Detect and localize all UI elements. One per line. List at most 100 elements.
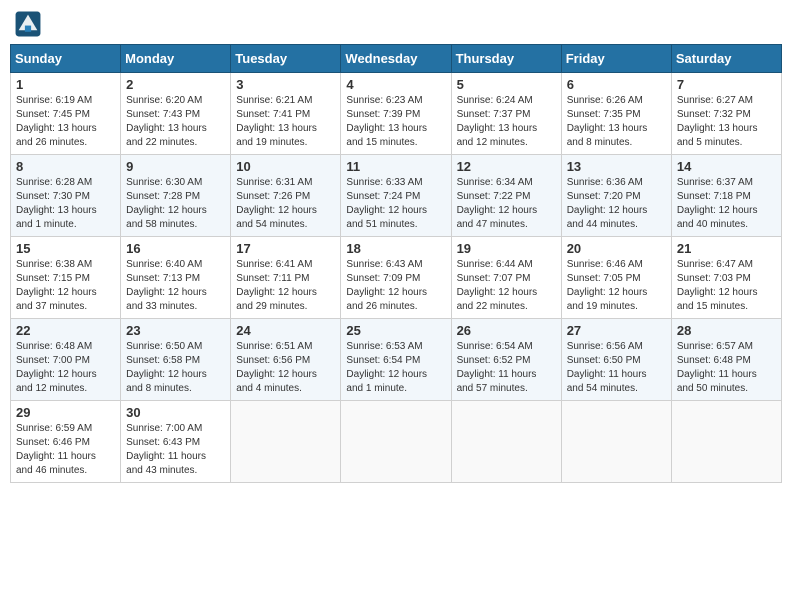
day-number: 3 bbox=[236, 77, 335, 92]
calendar-week-2: 8 Sunrise: 6:28 AMSunset: 7:30 PMDaylight… bbox=[11, 155, 782, 237]
day-number: 20 bbox=[567, 241, 666, 256]
day-info: Sunrise: 6:28 AMSunset: 7:30 PMDaylight:… bbox=[16, 176, 115, 232]
calendar-week-5: 29 Sunrise: 6:59 AMSunset: 6:46 PMDayligh… bbox=[11, 401, 782, 483]
column-header-saturday: Saturday bbox=[671, 45, 781, 73]
calendar-cell: 15 Sunrise: 6:38 AMSunset: 7:15 PMDayligh… bbox=[11, 237, 121, 319]
day-number: 27 bbox=[567, 323, 666, 338]
day-number: 21 bbox=[677, 241, 776, 256]
day-number: 29 bbox=[16, 405, 115, 420]
column-header-friday: Friday bbox=[561, 45, 671, 73]
day-info: Sunrise: 6:31 AMSunset: 7:26 PMDaylight:… bbox=[236, 176, 335, 232]
day-info: Sunrise: 6:38 AMSunset: 7:15 PMDaylight:… bbox=[16, 258, 115, 314]
day-info: Sunrise: 7:00 AMSunset: 6:43 PMDaylight:… bbox=[126, 422, 225, 478]
day-number: 17 bbox=[236, 241, 335, 256]
calendar-cell: 24 Sunrise: 6:51 AMSunset: 6:56 PMDayligh… bbox=[231, 319, 341, 401]
day-info: Sunrise: 6:46 AMSunset: 7:05 PMDaylight:… bbox=[567, 258, 666, 314]
day-info: Sunrise: 6:23 AMSunset: 7:39 PMDaylight:… bbox=[346, 94, 445, 150]
calendar-cell bbox=[671, 401, 781, 483]
day-number: 18 bbox=[346, 241, 445, 256]
day-info: Sunrise: 6:36 AMSunset: 7:20 PMDaylight:… bbox=[567, 176, 666, 232]
day-info: Sunrise: 6:34 AMSunset: 7:22 PMDaylight:… bbox=[457, 176, 556, 232]
calendar-cell: 17Sunrise: 6:41 AMSunset: 7:11 PMDayligh… bbox=[231, 237, 341, 319]
day-info: Sunrise: 6:54 AMSunset: 6:52 PMDaylight:… bbox=[457, 340, 556, 396]
day-number: 25 bbox=[346, 323, 445, 338]
day-number: 4 bbox=[346, 77, 445, 92]
calendar-cell: 7 Sunrise: 6:27 AMSunset: 7:32 PMDaylight… bbox=[671, 73, 781, 155]
day-info: Sunrise: 6:50 AMSunset: 6:58 PMDaylight:… bbox=[126, 340, 225, 396]
day-number: 1 bbox=[16, 77, 115, 92]
column-header-tuesday: Tuesday bbox=[231, 45, 341, 73]
day-info: Sunrise: 6:51 AMSunset: 6:56 PMDaylight:… bbox=[236, 340, 335, 396]
day-number: 30 bbox=[126, 405, 225, 420]
day-number: 2 bbox=[126, 77, 225, 92]
calendar-cell: 21 Sunrise: 6:47 AMSunset: 7:03 PMDayligh… bbox=[671, 237, 781, 319]
day-info: Sunrise: 6:53 AMSunset: 6:54 PMDaylight:… bbox=[346, 340, 445, 396]
calendar-week-4: 22Sunrise: 6:48 AMSunset: 7:00 PMDayligh… bbox=[11, 319, 782, 401]
calendar-cell: 3 Sunrise: 6:21 AMSunset: 7:41 PMDaylight… bbox=[231, 73, 341, 155]
day-number: 11 bbox=[346, 159, 445, 174]
calendar-cell: 19 Sunrise: 6:44 AMSunset: 7:07 PMDayligh… bbox=[451, 237, 561, 319]
calendar-cell: 6Sunrise: 6:26 AMSunset: 7:35 PMDaylight… bbox=[561, 73, 671, 155]
calendar-cell: 20 Sunrise: 6:46 AMSunset: 7:05 PMDayligh… bbox=[561, 237, 671, 319]
day-info: Sunrise: 6:40 AMSunset: 7:13 PMDaylight:… bbox=[126, 258, 225, 314]
calendar-cell: 2 Sunrise: 6:20 AMSunset: 7:43 PMDaylight… bbox=[121, 73, 231, 155]
logo bbox=[14, 10, 44, 38]
day-number: 7 bbox=[677, 77, 776, 92]
calendar-cell: 26 Sunrise: 6:54 AMSunset: 6:52 PMDayligh… bbox=[451, 319, 561, 401]
day-number: 26 bbox=[457, 323, 556, 338]
calendar-cell: 25 Sunrise: 6:53 AMSunset: 6:54 PMDayligh… bbox=[341, 319, 451, 401]
day-info: Sunrise: 6:21 AMSunset: 7:41 PMDaylight:… bbox=[236, 94, 335, 150]
day-info: Sunrise: 6:20 AMSunset: 7:43 PMDaylight:… bbox=[126, 94, 225, 150]
day-number: 28 bbox=[677, 323, 776, 338]
day-number: 13 bbox=[567, 159, 666, 174]
calendar-cell: 8 Sunrise: 6:28 AMSunset: 7:30 PMDaylight… bbox=[11, 155, 121, 237]
calendar-cell: 27 Sunrise: 6:56 AMSunset: 6:50 PMDayligh… bbox=[561, 319, 671, 401]
day-info: Sunrise: 6:24 AMSunset: 7:37 PMDaylight:… bbox=[457, 94, 556, 150]
calendar-cell: 14 Sunrise: 6:37 AMSunset: 7:18 PMDayligh… bbox=[671, 155, 781, 237]
calendar-week-3: 15 Sunrise: 6:38 AMSunset: 7:15 PMDayligh… bbox=[11, 237, 782, 319]
calendar-cell: 29 Sunrise: 6:59 AMSunset: 6:46 PMDayligh… bbox=[11, 401, 121, 483]
day-number: 19 bbox=[457, 241, 556, 256]
page-header bbox=[10, 10, 782, 38]
calendar-cell bbox=[451, 401, 561, 483]
day-info: Sunrise: 6:37 AMSunset: 7:18 PMDaylight:… bbox=[677, 176, 776, 232]
calendar-cell: 5Sunrise: 6:24 AMSunset: 7:37 PMDaylight… bbox=[451, 73, 561, 155]
column-header-sunday: Sunday bbox=[11, 45, 121, 73]
calendar-cell: 10 Sunrise: 6:31 AMSunset: 7:26 PMDayligh… bbox=[231, 155, 341, 237]
logo-icon bbox=[14, 10, 42, 38]
day-number: 16 bbox=[126, 241, 225, 256]
day-info: Sunrise: 6:43 AMSunset: 7:09 PMDaylight:… bbox=[346, 258, 445, 314]
day-info: Sunrise: 6:19 AMSunset: 7:45 PMDaylight:… bbox=[16, 94, 115, 150]
day-number: 15 bbox=[16, 241, 115, 256]
calendar-cell: 28 Sunrise: 6:57 AMSunset: 6:48 PMDayligh… bbox=[671, 319, 781, 401]
day-number: 24 bbox=[236, 323, 335, 338]
day-info: Sunrise: 6:30 AMSunset: 7:28 PMDaylight:… bbox=[126, 176, 225, 232]
day-number: 14 bbox=[677, 159, 776, 174]
day-info: Sunrise: 6:26 AMSunset: 7:35 PMDaylight:… bbox=[567, 94, 666, 150]
calendar-cell bbox=[561, 401, 671, 483]
column-header-thursday: Thursday bbox=[451, 45, 561, 73]
calendar-cell: 13 Sunrise: 6:36 AMSunset: 7:20 PMDayligh… bbox=[561, 155, 671, 237]
calendar-table: SundayMondayTuesdayWednesdayThursdayFrid… bbox=[10, 44, 782, 483]
calendar-cell: 30 Sunrise: 7:00 AMSunset: 6:43 PMDayligh… bbox=[121, 401, 231, 483]
day-info: Sunrise: 6:44 AMSunset: 7:07 PMDaylight:… bbox=[457, 258, 556, 314]
day-info: Sunrise: 6:59 AMSunset: 6:46 PMDaylight:… bbox=[16, 422, 115, 478]
day-info: Sunrise: 6:56 AMSunset: 6:50 PMDaylight:… bbox=[567, 340, 666, 396]
calendar-cell bbox=[231, 401, 341, 483]
day-number: 12 bbox=[457, 159, 556, 174]
calendar-cell: 1 Sunrise: 6:19 AMSunset: 7:45 PMDaylight… bbox=[11, 73, 121, 155]
calendar-cell: 22Sunrise: 6:48 AMSunset: 7:00 PMDayligh… bbox=[11, 319, 121, 401]
day-info: Sunrise: 6:27 AMSunset: 7:32 PMDaylight:… bbox=[677, 94, 776, 150]
calendar-cell: 11 Sunrise: 6:33 AMSunset: 7:24 PMDayligh… bbox=[341, 155, 451, 237]
day-number: 22 bbox=[16, 323, 115, 338]
column-header-monday: Monday bbox=[121, 45, 231, 73]
day-number: 8 bbox=[16, 159, 115, 174]
day-info: Sunrise: 6:47 AMSunset: 7:03 PMDaylight:… bbox=[677, 258, 776, 314]
day-number: 10 bbox=[236, 159, 335, 174]
calendar-cell: 12 Sunrise: 6:34 AMSunset: 7:22 PMDayligh… bbox=[451, 155, 561, 237]
calendar-cell: 16 Sunrise: 6:40 AMSunset: 7:13 PMDayligh… bbox=[121, 237, 231, 319]
day-info: Sunrise: 6:57 AMSunset: 6:48 PMDaylight:… bbox=[677, 340, 776, 396]
calendar-cell: 23Sunrise: 6:50 AMSunset: 6:58 PMDayligh… bbox=[121, 319, 231, 401]
calendar-cell: 4 Sunrise: 6:23 AMSunset: 7:39 PMDaylight… bbox=[341, 73, 451, 155]
day-info: Sunrise: 6:33 AMSunset: 7:24 PMDaylight:… bbox=[346, 176, 445, 232]
